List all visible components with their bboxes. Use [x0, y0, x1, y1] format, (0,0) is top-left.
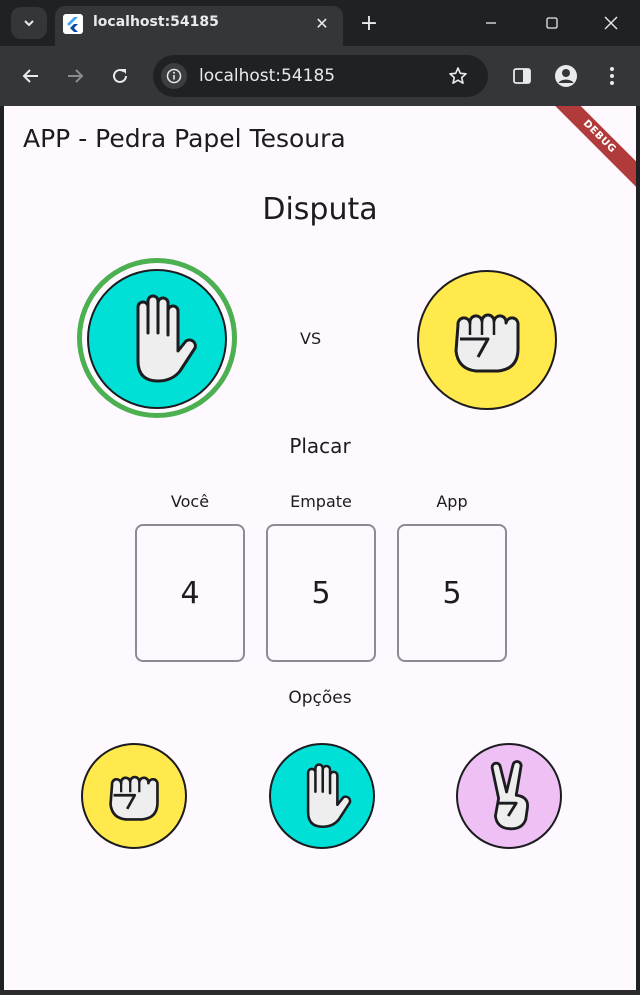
score-label-player: Você: [170, 492, 210, 511]
browser-menu-button[interactable]: [597, 61, 627, 91]
minimize-button[interactable]: [474, 8, 508, 38]
score-box-draw: 5: [266, 524, 376, 662]
score-box-player: 4: [135, 524, 245, 662]
tab-close-icon[interactable]: ✕: [311, 12, 333, 34]
address-bar[interactable]: localhost:54185: [153, 55, 488, 97]
score-label-app: App: [436, 492, 468, 511]
score-title: Placar: [289, 434, 351, 458]
profile-icon: [555, 65, 577, 87]
close-icon: [604, 16, 618, 30]
profile-button[interactable]: [551, 61, 581, 91]
forward-button[interactable]: [60, 61, 90, 91]
paper-hand-icon: [306, 763, 352, 829]
bookmark-star-icon[interactable]: [445, 63, 471, 89]
debug-banner: DEBUG: [539, 106, 636, 197]
new-tab-button[interactable]: +: [356, 10, 382, 36]
minimize-icon: [486, 22, 496, 24]
paper-hand-icon: [136, 294, 197, 383]
taskbar-strip: [0, 990, 640, 995]
window-close-button[interactable]: [594, 8, 628, 38]
arrow-right-icon: [68, 69, 84, 83]
browser-titlebar: localhost:54185 ✕ +: [0, 0, 640, 46]
app-viewport: APP - Pedra Papel Tesoura DEBUG Disputa …: [4, 106, 636, 990]
tab-title: localhost:54185: [93, 14, 219, 30]
option-rock-button[interactable]: [81, 743, 187, 849]
player-choice: [87, 269, 227, 409]
rock-fist-icon: [109, 775, 159, 821]
side-panel-button[interactable]: [507, 61, 537, 91]
more-vert-icon: [610, 67, 614, 85]
url-text[interactable]: localhost:54185: [199, 66, 335, 86]
reload-icon: [113, 68, 127, 83]
battle-title: Disputa: [262, 192, 378, 227]
option-scissors-button[interactable]: [456, 743, 562, 849]
flutter-favicon-icon: [63, 14, 83, 34]
reload-button[interactable]: [105, 61, 135, 91]
browser-toolbar: localhost:54185: [0, 46, 640, 106]
browser-tab[interactable]: localhost:54185 ✕: [55, 6, 343, 46]
vs-label: VS: [300, 329, 322, 348]
back-button[interactable]: [16, 61, 46, 91]
app-choice: [417, 270, 557, 410]
option-paper-button[interactable]: [269, 743, 375, 849]
tab-search-button[interactable]: [11, 7, 47, 39]
site-info-icon[interactable]: [161, 63, 187, 89]
chevron-down-icon: [24, 20, 34, 27]
scissors-hand-icon: [490, 760, 529, 831]
arrow-left-icon: [22, 69, 38, 83]
score-box-app: 5: [397, 524, 507, 662]
app-bar-title: APP - Pedra Papel Tesoura: [23, 124, 346, 153]
maximize-button[interactable]: [535, 8, 569, 38]
rock-fist-icon: [454, 313, 520, 373]
maximize-icon: [546, 17, 558, 29]
side-panel-icon: [513, 68, 531, 84]
options-title: Opções: [288, 688, 352, 708]
score-label-draw: Empate: [290, 492, 352, 511]
